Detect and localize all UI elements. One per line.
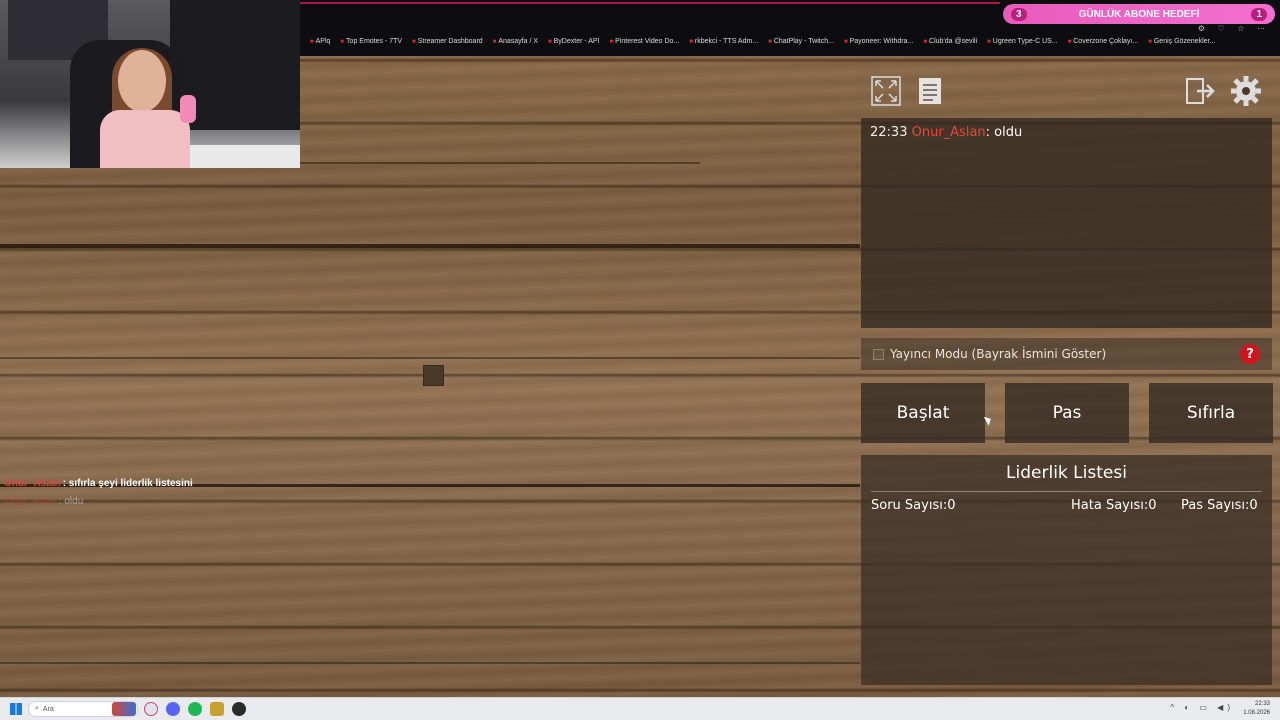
bookmark[interactable]: Payoneer: Withdra... [844,38,914,45]
system-tray-icons[interactable]: ^ ◐ ▭ ◀) [1170,703,1234,712]
settings-gear-icon[interactable] [1229,74,1263,108]
spotify-app-icon[interactable] [188,702,202,716]
goal-target: 1 [1251,7,1267,21]
clock-time: 22:33 [1254,701,1270,707]
clock-date: 1.08.2026 [1243,710,1270,716]
question-count: Soru Sayısı:0 [871,498,956,513]
microphone [180,95,196,123]
desk [190,145,300,168]
chat-message: 22:33 Onur_Aslan: oldu [870,125,1022,140]
chat-username: Onur_Aslan [4,478,61,489]
wood-crack [0,662,860,664]
windows-taskbar: ⌕ Ara ^ ◐ ▭ ◀) 22:33 1.08.2026 [0,697,1280,720]
divider [871,491,1262,492]
bookmark[interactable]: Pinterest Video Do... [610,38,679,45]
message-text: : oldu [985,125,1023,140]
wood-crack [0,357,860,359]
bookmark[interactable]: Streamer Dashboard [412,38,483,45]
chat-text: : oldu [58,496,84,507]
search-icon: ⌕ [35,705,39,712]
reset-button[interactable]: Sıfırla [1149,383,1273,443]
browser-app-icon[interactable] [144,702,158,716]
start-button[interactable]: Başlat [861,383,985,443]
flag-placeholder [423,365,444,386]
subscriber-goal-bar: 3 GÜNLÜK ABONE HEDEFİ 1 [1003,4,1275,24]
bookmark[interactable]: rkbekci - TTS Adm... [689,38,758,45]
taskbar-app-icon[interactable] [112,702,136,716]
wood-crack [0,244,860,248]
bookmark[interactable]: ByDexter - API [548,38,600,45]
bookmark[interactable]: Club'da @sevili [923,38,977,45]
message-time: 22:33 [870,125,908,140]
streamer-mode-label: Yayıncı Modu (Bayrak İsmini Göster) [890,347,1107,361]
system-clock[interactable]: 22:33 1.08.2026 [1243,700,1270,718]
notes-icon[interactable] [913,74,947,108]
chat-line: Onur_Aslan : sıfırla şeyi liderlik liste… [4,478,193,489]
windows-start-icon[interactable] [10,703,22,715]
chat-line: Onur_Aslan : oldu [4,496,193,507]
goal-current: 3 [1011,7,1027,21]
chat-username: Onur_Aslan [4,496,57,507]
webcam-feed [0,0,300,168]
browser-toolbar-icons: ⚙ ♡ ☆ ⋯ [1197,24,1270,33]
streamer-body [100,110,190,168]
fullscreen-icon[interactable] [869,74,903,108]
chat-messages-box: 22:33 Onur_Aslan: oldu [861,118,1272,328]
streamer-mode-row: Yayıncı Modu (Bayrak İsmini Göster) ? [861,338,1272,370]
streamer-face [118,50,166,112]
stream-chat-overlay: Onur_Aslan : sıfırla şeyi liderlik liste… [4,478,193,514]
bookmark[interactable]: ChatPlay - Twitch... [768,38,834,45]
obs-app-icon[interactable] [232,702,246,716]
streamer-mode-checkbox[interactable] [873,348,884,360]
leaderboard-panel: Liderlik Listesi Soru Sayısı:0 Hata Sayı… [861,455,1272,685]
bookmark[interactable]: Anasayfa / X [493,38,538,45]
goal-label: GÜNLÜK ABONE HEDEFİ [1078,8,1200,20]
bookmark[interactable]: APlq [310,38,331,45]
pass-button[interactable]: Pas [1005,383,1129,443]
search-placeholder: Ara [42,705,54,713]
discord-app-icon[interactable] [166,702,180,716]
help-button[interactable]: ? [1240,344,1260,364]
bookmark[interactable]: Ugreen Type-C US... [987,38,1058,45]
error-count: Hata Sayısı:0 [1071,498,1157,513]
bookmark[interactable]: Coverzone Çoklayı... [1068,38,1138,45]
message-username: Onur_Aslan [911,125,986,140]
chat-text: : sıfırla şeyi liderlik listesini [62,478,193,489]
bookmark[interactable]: Geniş Gözenekler... [1148,38,1215,45]
accent-line [300,2,1000,4]
pass-count: Pas Sayısı:0 [1181,498,1258,513]
bookmark[interactable]: Top Emotes - 7TV [340,38,402,45]
bookmarks-bar: APlq Top Emotes - 7TV Streamer Dashboard… [310,38,1216,45]
leaderboard-title: Liderlik Listesi [1006,463,1127,483]
exit-icon[interactable] [1184,74,1218,108]
folder-app-icon[interactable] [210,702,224,716]
